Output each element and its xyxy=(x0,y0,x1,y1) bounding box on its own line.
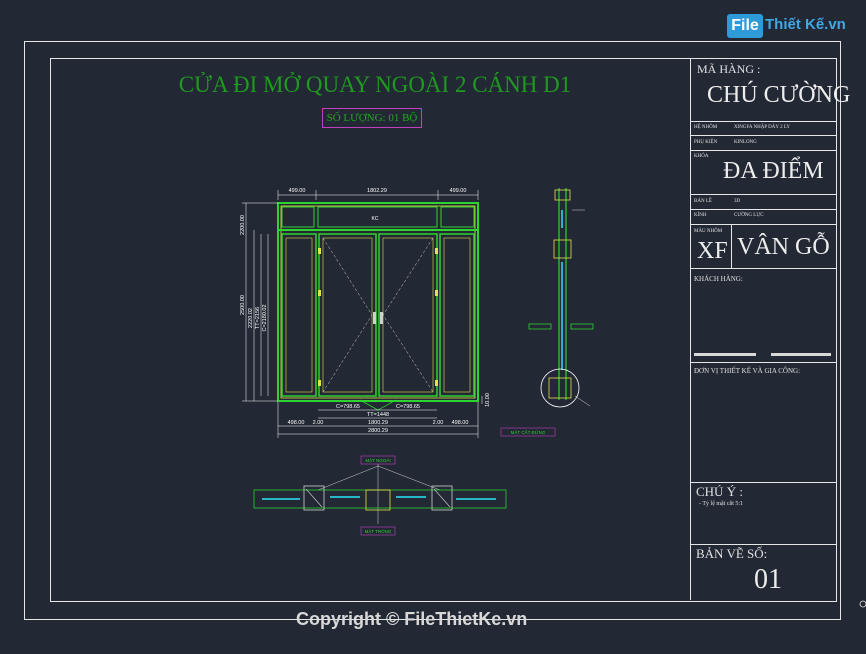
transom-right-panel xyxy=(440,206,475,228)
row4-value: CƯỜNG LỰC xyxy=(734,213,764,218)
dim-leaf-left: C=798.65 xyxy=(336,404,360,410)
left-sidelite-bead xyxy=(285,237,313,393)
mau-code: XF xyxy=(697,238,728,264)
dim-left-tt: TT=2156 xyxy=(255,307,261,329)
right-sidelite-bead xyxy=(443,237,471,393)
side-section-label: MẶT CẮT ĐỨNG xyxy=(511,428,546,435)
hinge xyxy=(435,248,438,254)
ma-hang-label: MÃ HÀNG : xyxy=(697,62,761,76)
row1-value: XINGFA NHẬP DÀY 2 LY xyxy=(734,125,790,130)
door-frame-inner-line xyxy=(280,205,476,399)
dim-top-center: 1802.29 xyxy=(367,188,387,194)
dim-bottom-gap-right: 2.00 xyxy=(433,420,444,426)
dim-bottom-left: 498.00 xyxy=(288,420,305,426)
side-section xyxy=(500,188,594,437)
mau-label: MÀU NHÔM xyxy=(694,229,723,234)
left-sidelite xyxy=(281,233,317,397)
dim-left-overall: 2500.00 xyxy=(240,295,246,315)
dim-left-top: 2200.00 xyxy=(240,215,246,235)
hinge xyxy=(318,380,321,386)
left-leaf-bead xyxy=(322,237,373,393)
dim-top-left: 499.00 xyxy=(289,188,306,194)
dim-leaf-right: C=798.65 xyxy=(396,404,420,410)
door-outer-frame xyxy=(277,202,479,402)
divider-right xyxy=(771,353,831,356)
crosshair-icon xyxy=(859,600,866,608)
dim-total-width: 2800.29 xyxy=(368,428,388,434)
row3-value: 3D xyxy=(734,199,741,204)
hinge xyxy=(318,290,321,296)
divider-left xyxy=(694,353,756,356)
don-vi-label: ĐƠN VỊ THIẾT KẾ VÀ GIA CÔNG: xyxy=(694,367,801,375)
hinge xyxy=(435,380,438,386)
transom-label: KC xyxy=(372,216,379,222)
dim-left-clear: C=2180.02 xyxy=(262,304,268,331)
mau-value: VÂN GỖ xyxy=(737,234,830,260)
row4-label: KÍNH xyxy=(694,213,707,218)
row1-label: HỆ NHÔM xyxy=(694,125,718,130)
right-door-leaf xyxy=(378,233,438,397)
ty-le-note: - Tỷ lệ mặt cắt 5:1 xyxy=(699,501,744,507)
dim-right-small: 10.00 xyxy=(485,393,491,407)
title-block: MÃ HÀNG : CHÚ CƯỜNG HỆ NHÔM XINGFA NHẬP … xyxy=(690,58,850,600)
right-swing-indicator xyxy=(382,237,434,393)
ma-hang-value: CHÚ CƯỜNG xyxy=(707,82,851,108)
plan-label-outside: MẶT NGOÀI xyxy=(365,457,390,463)
transom-left-panel xyxy=(281,206,315,228)
hinge xyxy=(318,248,321,254)
row2-value: KINLONG xyxy=(734,140,757,145)
khach-hang-label: KHÁCH HÀNG: xyxy=(694,275,743,283)
door-elevation: KC xyxy=(277,202,479,411)
dim-top-right: 499.00 xyxy=(450,188,467,194)
dim-bottom-gap-left: 2.00 xyxy=(313,420,324,426)
right-handle xyxy=(380,312,383,324)
hinge xyxy=(435,290,438,296)
dim-bottom-center: 1800.29 xyxy=(368,420,388,426)
ban-ve-so-label: BẢN VẼ SỐ: xyxy=(696,546,768,561)
plan-label-inside: MẶT TRONG xyxy=(365,528,392,534)
row2-label: PHỤ KIỆN xyxy=(694,140,718,145)
plan-section xyxy=(253,455,507,536)
chu-y-label: CHÚ Ý : xyxy=(696,484,743,499)
dim-bottom-right: 498.00 xyxy=(452,420,469,426)
dia-diem: ĐA ĐIỂM xyxy=(723,158,824,184)
right-sidelite xyxy=(439,233,475,397)
dim-left-opening: 2220.02 xyxy=(248,308,254,328)
left-handle xyxy=(373,312,376,324)
left-door-leaf xyxy=(318,233,377,397)
left-swing-indicator xyxy=(322,237,373,393)
khoa-label: KHÓA xyxy=(694,154,709,159)
right-leaf-bead xyxy=(382,237,434,393)
row3-label: BẢN LỀ xyxy=(694,199,712,204)
sheet-number: 01 xyxy=(754,564,782,595)
dim-tt: TT=1448 xyxy=(367,412,389,418)
copyright-watermark: Copyright © FileThietKe.vn xyxy=(296,609,528,629)
